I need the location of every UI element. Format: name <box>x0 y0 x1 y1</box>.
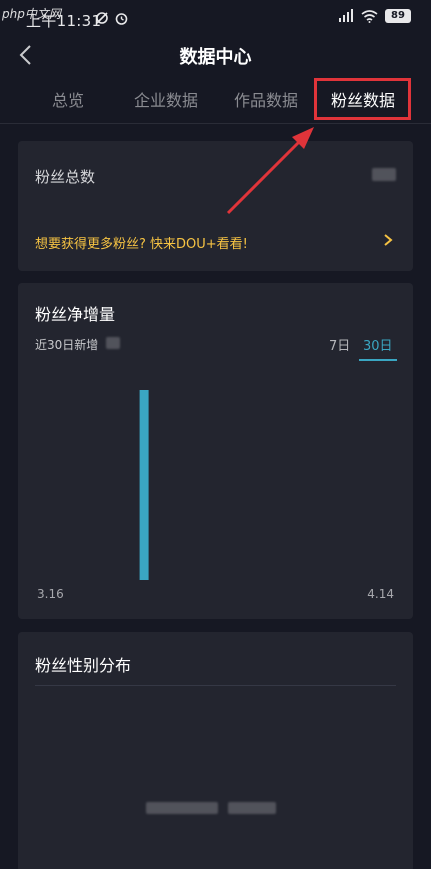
fans-growth-card: 粉丝净增量 近30日新增 7日 30日 3.16 4.14 <box>18 283 413 619</box>
page-title: 数据中心 <box>179 47 252 68</box>
chevron-right-icon[interactable] <box>383 233 393 247</box>
link-icon <box>96 12 108 24</box>
gender-data-obscured-2 <box>228 802 276 814</box>
fans-gender-card: 粉丝性别分布 <box>18 632 413 869</box>
status-time: 上午11:31 <box>26 12 102 30</box>
tab-highlight-box <box>314 78 411 120</box>
gender-divider <box>35 685 396 686</box>
fans-growth-chart <box>139 390 149 580</box>
battery-indicator: 89 <box>385 9 411 23</box>
gender-data-obscured-1 <box>146 802 218 814</box>
x-tick-start: 3.16 <box>37 587 64 601</box>
tab-overview[interactable]: 总览 <box>40 88 96 114</box>
wifi-icon <box>361 9 378 23</box>
status-bar: php中文网 上午11:31 89 <box>0 0 431 36</box>
tabs-divider <box>0 123 431 124</box>
x-tick-end: 4.14 <box>367 587 394 601</box>
fans-total-card: 粉丝总数 想要获得更多粉丝? 快来DOU+看看! <box>18 141 413 271</box>
status-right: 89 <box>338 9 411 23</box>
page: php中文网 上午11:31 89 数据中心 总览 企业数据 作品数据 粉丝数据… <box>0 0 431 869</box>
tab-works-data[interactable]: 作品数据 <box>226 88 306 114</box>
fans-total-label: 粉丝总数 <box>35 168 96 186</box>
dou-plus-promo-link[interactable]: 想要获得更多粉丝? 快来DOU+看看! <box>35 233 248 252</box>
fans-total-value-obscured <box>372 168 396 181</box>
tab-enterprise-data[interactable]: 企业数据 <box>126 88 206 114</box>
gender-title: 粉丝性别分布 <box>35 656 132 675</box>
signal-icon <box>339 9 353 22</box>
alarm-icon <box>115 13 128 25</box>
growth-bar <box>139 390 149 580</box>
